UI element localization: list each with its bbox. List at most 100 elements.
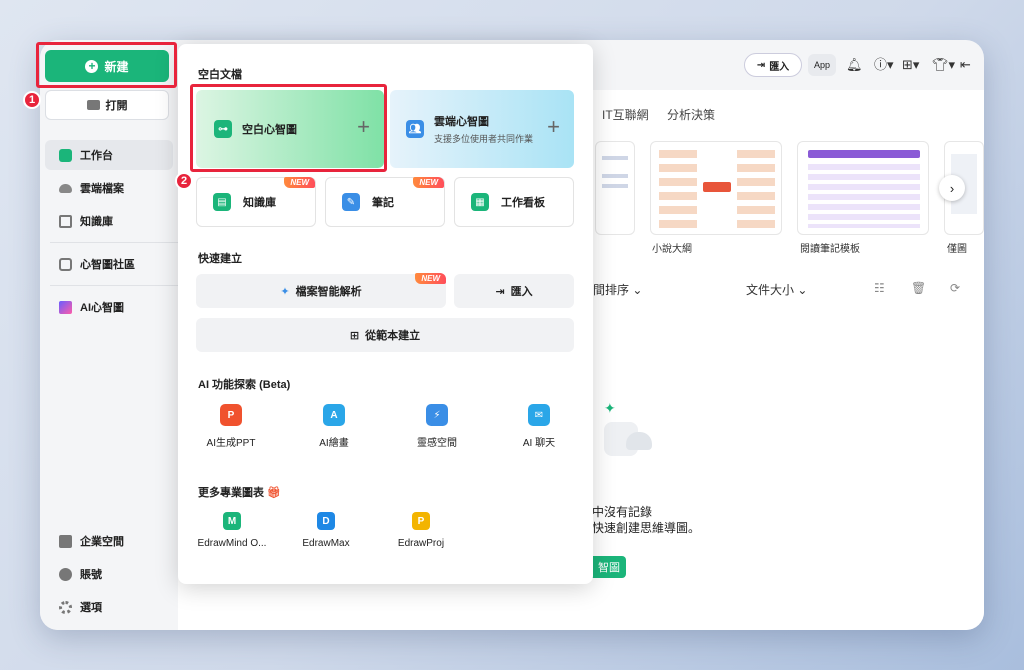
cloud-mindmap-card[interactable]: 👥︎ 雲端心智圖 支援多位使用者共同作業 +	[390, 90, 574, 168]
enterprise-icon	[59, 534, 72, 548]
kanban-card[interactable]: ▦ 工作看板	[454, 177, 574, 227]
smart-parse-button[interactable]: ✦ 檔案智能解析 NEW	[196, 273, 446, 308]
sidebar-item-knowledge[interactable]: 知識庫	[45, 206, 173, 236]
template-card[interactable]	[595, 141, 635, 235]
edrawmax-icon: D	[317, 512, 335, 530]
card-label: 知識庫	[243, 197, 276, 209]
drawing-icon: A	[323, 404, 345, 426]
knowledge-icon: ▤	[213, 193, 231, 211]
settings-icon	[59, 600, 72, 614]
new-badge: NEW	[284, 177, 315, 188]
pro-item-label: EdrawMind O...	[197, 538, 267, 549]
knowledge-base-card[interactable]: ▤ 知識庫 NEW	[196, 177, 316, 227]
sidebar-item-label: 雲端檔案	[80, 183, 124, 195]
sidebar-item-account[interactable]: 賬號	[45, 559, 173, 589]
bell-icon[interactable]: 🔔︎	[846, 57, 863, 73]
sidebar-item-ai-mindmap[interactable]: AI心智圖	[45, 292, 173, 322]
import-icon: ⇥	[756, 59, 766, 71]
create-mindmap-button[interactable]: 智圖	[592, 556, 626, 578]
cloud-icon	[59, 183, 72, 193]
plus-icon: +	[547, 114, 560, 139]
ppt-icon: P	[220, 404, 242, 426]
template-card-novel-outline[interactable]	[650, 141, 782, 235]
sidebar-item-cloud[interactable]: 雲端檔案	[45, 173, 173, 203]
plus-square-icon: ⊞	[349, 329, 360, 342]
chevron-right-icon: ›	[949, 180, 955, 196]
tab-analysis[interactable]: 分析決策	[667, 106, 715, 123]
sidebar-item-enterprise[interactable]: 企業空間	[45, 526, 173, 556]
sidebar-item-label: 選項	[80, 602, 102, 614]
refresh-icon[interactable]: ⟳	[950, 281, 960, 295]
sort-by-size[interactable]: 文件大小 ⌄	[746, 281, 807, 298]
step-1-marker: 1	[23, 91, 41, 109]
sparkle-icon: ✦	[604, 400, 616, 416]
sidebar-item-label: AI心智圖	[80, 302, 124, 314]
ai-item-label: 靈感空間	[417, 438, 457, 449]
pro-item-label: EdrawMax	[302, 538, 350, 549]
template-card-reading-notes[interactable]	[797, 141, 929, 235]
empty-message-line1: 中沒有記錄	[592, 505, 653, 519]
next-arrow-button[interactable]: ›	[939, 175, 965, 201]
trash-icon[interactable]: 🗑︎	[911, 281, 926, 295]
quick-create-title: 快速建立	[198, 253, 242, 265]
inspiration-item[interactable]: ⚡︎ 靈感空間	[402, 404, 472, 449]
highlight-new-button	[36, 42, 177, 88]
blank-doc-title: 空白文檔	[198, 69, 242, 81]
lightning-icon: ⚡︎	[426, 404, 448, 426]
sort-by-time[interactable]: 間排序 ⌄	[593, 281, 642, 298]
tab-it[interactable]: IT互聯網	[602, 106, 649, 123]
cloud-mindmap-subtitle: 支援多位使用者共同作業	[434, 134, 534, 144]
step-2-marker: 2	[175, 172, 193, 190]
help-icon[interactable]: ⓘ▾	[874, 57, 894, 73]
top-import-button[interactable]: ⇥ 匯入	[744, 53, 802, 77]
chat-icon: ✉	[528, 404, 550, 426]
account-icon	[59, 567, 72, 581]
more-charts-title: 更多專業圖表 🎁︎	[198, 484, 281, 500]
ai-ppt-item[interactable]: P AI生成PPT	[196, 404, 266, 449]
sidebar: + 新建 打開 工作台 雲端檔案 知識庫 心智圖社區 AI心智圖 企業空間 賬號…	[40, 40, 178, 630]
sidebar-item-workspace[interactable]: 工作台	[45, 140, 173, 170]
cloud-mindmap-label: 雲端心智圖	[434, 116, 489, 128]
edrawproj-icon: P	[412, 512, 430, 530]
edrawproj-item[interactable]: P EdrawProj	[371, 512, 471, 549]
ai-item-label: AI生成PPT	[206, 438, 256, 449]
edrawmax-item[interactable]: D EdrawMax	[276, 512, 376, 549]
chevron-down-icon: ⌄	[632, 283, 643, 297]
knowledge-icon	[59, 214, 72, 228]
divider	[50, 285, 178, 286]
more-charts-label: 更多專業圖表	[198, 487, 264, 499]
sidebar-item-label: 心智圖社區	[80, 259, 135, 271]
smart-parse-label: 檔案智能解析	[295, 286, 362, 298]
ai-draw-item[interactable]: A AI繪畫	[299, 404, 369, 449]
pro-item-label: EdrawProj	[397, 538, 445, 549]
empty-message-line2: 快速創建思維導圖。	[592, 521, 701, 535]
shirt-icon[interactable]: 👕︎▾	[932, 57, 955, 73]
users-icon: 👥︎	[406, 120, 424, 138]
card-label: 筆記	[372, 197, 394, 209]
edrawmind-online-item[interactable]: M EdrawMind O...	[182, 512, 282, 549]
sidebar-item-settings[interactable]: 選項	[45, 592, 173, 622]
sidebar-item-label: 企業空間	[80, 536, 124, 548]
list-view-icon[interactable]: ☷	[874, 281, 885, 295]
notes-card[interactable]: ✎ 筆記 NEW	[325, 177, 445, 227]
from-template-button[interactable]: ⊞ 從範本建立	[196, 318, 574, 352]
sort-time-label: 間排序	[593, 283, 630, 297]
sort-size-label: 文件大小	[746, 283, 795, 297]
card-label: 工作看板	[501, 197, 545, 209]
community-icon	[59, 257, 72, 271]
sidebar-item-label: 工作台	[80, 150, 113, 162]
ai-item-label: AI 聊天	[522, 438, 556, 449]
collapse-icon[interactable]: ⇤	[960, 57, 971, 73]
open-button[interactable]: 打開	[45, 90, 169, 120]
new-badge: NEW	[415, 273, 446, 284]
empty-illustration: ✦	[596, 400, 660, 464]
app-button[interactable]: App	[808, 54, 836, 76]
sidebar-item-label: 知識庫	[80, 216, 113, 228]
sidebar-nav: 工作台 雲端檔案 知識庫 心智圖社區 AI心智圖	[45, 140, 178, 325]
panel-import-button[interactable]: ⇥ 匯入	[454, 274, 574, 308]
ai-chat-item[interactable]: ✉ AI 聊天	[504, 404, 574, 449]
ai-item-label: AI繪畫	[319, 438, 349, 449]
sidebar-item-community[interactable]: 心智圖社區	[45, 249, 173, 279]
kanban-icon: ▦	[471, 193, 489, 211]
grid-icon[interactable]: ⊞▾	[902, 57, 919, 73]
